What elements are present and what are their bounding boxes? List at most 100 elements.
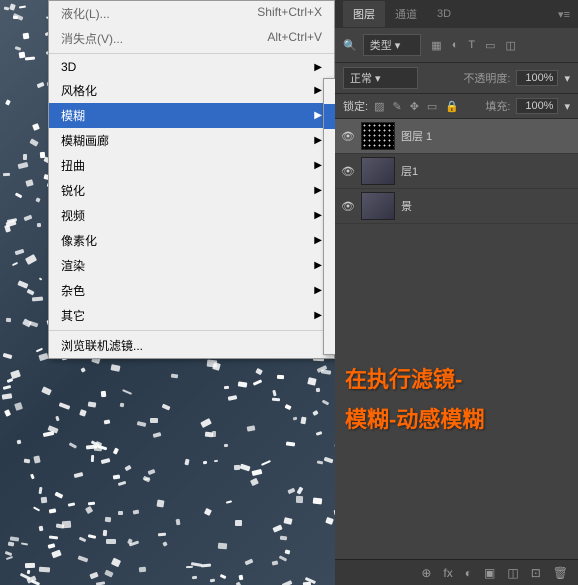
menu-divider [49, 330, 334, 331]
lock-all-icon[interactable]: 🔒 [445, 100, 459, 113]
menu-label: 渲染 [61, 257, 85, 274]
annotation-line: 模糊-动感模糊 [345, 400, 484, 440]
chevron-right-icon: ▶ [314, 160, 322, 171]
blend-mode-dropdown[interactable]: 正常 ▾ [343, 67, 418, 89]
panel-menu-icon[interactable]: ▾≡ [550, 8, 578, 21]
group-icon[interactable]: ◫ [507, 566, 518, 580]
layer-name[interactable]: 景 [401, 198, 412, 214]
menu-item-render[interactable]: 渲染 ▶ [49, 253, 334, 278]
dropdown-value: 类型 [370, 40, 392, 52]
chevron-right-icon: ▶ [314, 135, 322, 146]
chevron-right-icon: ▶ [314, 210, 322, 221]
layer-item[interactable]: 👁 层1 [335, 154, 578, 189]
menu-item-distort[interactable]: 扭曲 ▶ [49, 153, 334, 178]
layer-thumbnail[interactable] [361, 157, 395, 185]
filter-icons: ▦ ◐ T ▭ ◫ [431, 39, 516, 52]
filter-text-icon[interactable]: T [468, 39, 475, 52]
visibility-icon[interactable]: 👁 [341, 165, 355, 178]
search-icon: 🔍 [343, 39, 357, 52]
visibility-icon[interactable]: 👁 [341, 200, 355, 213]
layers-bottom-bar: ⊕ fx ◐ ▣ ◫ ⊡ 🗑 [335, 559, 578, 585]
annotation-line: 在执行滤镜- [345, 360, 484, 400]
menu-label: 扭曲 [61, 157, 85, 174]
lock-artboard-icon[interactable]: ▭ [427, 100, 437, 113]
menu-label: 像素化 [61, 232, 97, 249]
fx-icon[interactable]: fx [443, 566, 452, 580]
chevron-right-icon: ▶ [314, 260, 322, 271]
layer-thumbnail[interactable] [361, 122, 395, 150]
menu-item-other[interactable]: 其它 ▶ [49, 303, 334, 328]
layer-filter-row: 🔍 类型 ▾ ▦ ◐ T ▭ ◫ [335, 28, 578, 63]
layer-name[interactable]: 图层 1 [401, 128, 432, 144]
chevron-right-icon: ▶ [314, 62, 322, 73]
menu-label: 其它 [61, 307, 85, 324]
opacity-label: 不透明度: [463, 70, 510, 86]
annotation-text: 在执行滤镜- 模糊-动感模糊 [345, 360, 484, 439]
fill-input[interactable]: 100% [516, 98, 558, 114]
lock-transparency-icon[interactable]: ▨ [374, 100, 384, 113]
menu-label: 杂色 [61, 282, 85, 299]
panel-tabs: 图层 通道 3D ▾≡ [335, 0, 578, 28]
visibility-icon[interactable]: 👁 [341, 130, 355, 143]
menu-item-blur[interactable]: 模糊 ▶ [49, 103, 334, 128]
lock-label: 锁定: [343, 98, 368, 114]
menu-shortcut: Alt+Ctrl+V [267, 30, 322, 47]
dropdown-value: 正常 [350, 73, 372, 85]
tab-3d[interactable]: 3D [427, 3, 461, 25]
menu-label: 浏览联机滤镜... [61, 337, 143, 354]
filter-pixel-icon[interactable]: ▦ [431, 39, 441, 52]
new-layer-icon[interactable]: ⊡ [531, 566, 541, 580]
layer-thumbnail[interactable] [361, 192, 395, 220]
fill-label: 填充: [485, 98, 510, 114]
menu-item-pixelate[interactable]: 像素化 ▶ [49, 228, 334, 253]
menu-label: 视频 [61, 207, 85, 224]
menu-item-vanishing-point[interactable]: 消失点(V)... Alt+Ctrl+V [49, 26, 334, 51]
menu-divider [49, 53, 334, 54]
link-layers-icon[interactable]: ⊕ [421, 566, 431, 580]
layer-item[interactable]: 👁 图层 1 [335, 119, 578, 154]
chevron-right-icon: ▶ [314, 185, 322, 196]
menu-item-browse-online[interactable]: 浏览联机滤镜... [49, 333, 334, 358]
menu-item-blur-gallery[interactable]: 模糊画廊 ▶ [49, 128, 334, 153]
chevron-right-icon: ▶ [314, 110, 322, 121]
menu-item-3d[interactable]: 3D ▶ [49, 56, 334, 78]
layer-list: 👁 图层 1 👁 层1 👁 景 [335, 119, 578, 224]
layer-item[interactable]: 👁 景 [335, 189, 578, 224]
filter-type-dropdown[interactable]: 类型 ▾ [363, 34, 422, 56]
menu-item-stylize[interactable]: 风格化 ▶ [49, 78, 334, 103]
adjustment-icon[interactable]: ▣ [484, 566, 495, 580]
tab-layers[interactable]: 图层 [343, 1, 385, 27]
layer-name[interactable]: 层1 [401, 163, 418, 179]
menu-label: 锐化 [61, 182, 85, 199]
chevron-right-icon: ▶ [314, 235, 322, 246]
opacity-input[interactable]: 100% [516, 70, 558, 86]
menu-item-sharpen[interactable]: 锐化 ▶ [49, 178, 334, 203]
chevron-right-icon: ▶ [314, 310, 322, 321]
filter-shape-icon[interactable]: ▭ [485, 39, 495, 52]
menu-label: 消失点(V)... [61, 30, 123, 47]
chevron-down-icon[interactable]: ▾ [564, 72, 570, 85]
menu-item-noise[interactable]: 杂色 ▶ [49, 278, 334, 303]
lock-pixels-icon[interactable]: ✎ [392, 100, 401, 113]
menu-label: 3D [61, 60, 76, 74]
menu-item-liquify[interactable]: 液化(L)... Shift+Ctrl+X [49, 1, 334, 26]
menu-label: 风格化 [61, 82, 97, 99]
menu-item-video[interactable]: 视频 ▶ [49, 203, 334, 228]
trash-icon[interactable]: 🗑 [553, 566, 568, 580]
menu-label: 液化(L)... [61, 5, 110, 22]
chevron-right-icon: ▶ [314, 85, 322, 96]
filter-menu: 液化(L)... Shift+Ctrl+X 消失点(V)... Alt+Ctrl… [48, 0, 335, 359]
menu-shortcut: Shift+Ctrl+X [257, 5, 322, 22]
filter-adjustment-icon[interactable]: ◐ [452, 39, 459, 52]
layers-panel: 图层 通道 3D ▾≡ 🔍 类型 ▾ ▦ ◐ T ▭ ◫ 正常 ▾ 不透明度: … [335, 0, 578, 585]
mask-icon[interactable]: ◐ [465, 566, 472, 580]
blend-mode-row: 正常 ▾ 不透明度: 100% ▾ [335, 63, 578, 94]
chevron-down-icon[interactable]: ▾ [564, 100, 570, 113]
menu-label: 模糊 [61, 107, 85, 124]
filter-smart-icon[interactable]: ◫ [505, 39, 515, 52]
chevron-right-icon: ▶ [314, 285, 322, 296]
lock-position-icon[interactable]: ✥ [410, 100, 419, 113]
lock-icons: ▨ ✎ ✥ ▭ 🔒 [374, 100, 459, 113]
menu-label: 模糊画廊 [61, 132, 109, 149]
tab-channels[interactable]: 通道 [385, 1, 427, 27]
